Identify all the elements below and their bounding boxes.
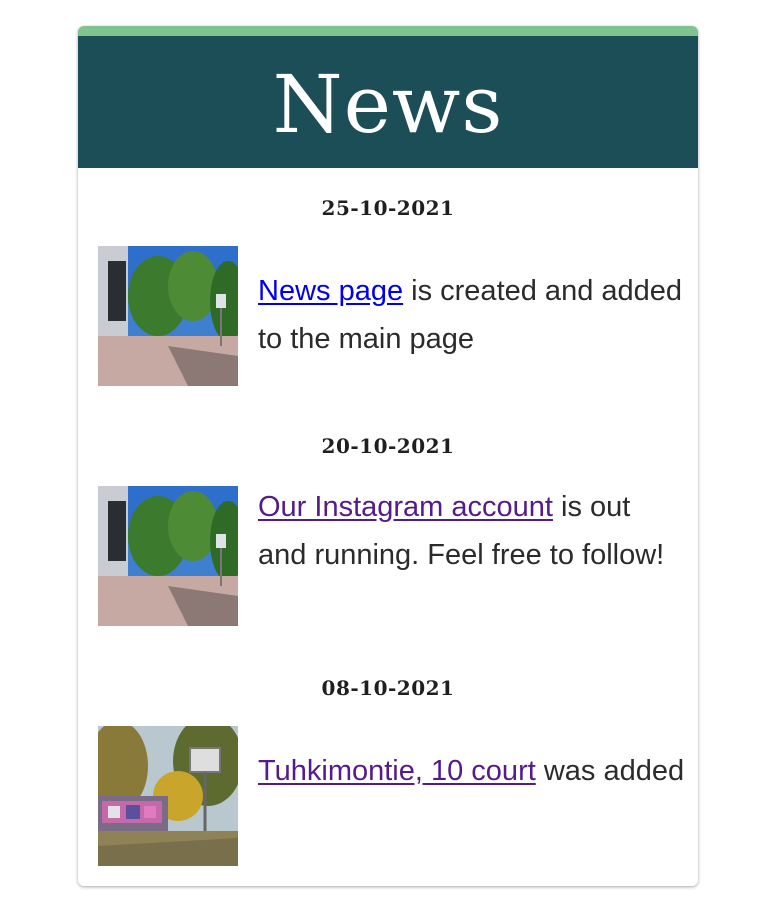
news-thumbnail-graffiti-court-photo[interactable] [98, 726, 238, 866]
card-accent-bar [78, 26, 698, 36]
news-date: 08-10-2021 [321, 676, 455, 700]
page-title: News [272, 58, 504, 151]
news-item-text: Our Instagram account is out and running… [258, 483, 686, 579]
card-header: News [78, 36, 698, 168]
news-item-text: News page is created and added to the ma… [258, 267, 686, 363]
park-photo-icon [98, 486, 238, 626]
graffiti-court-photo-icon [98, 726, 238, 866]
news-date: 20-10-2021 [321, 434, 455, 458]
news-item-body: was added [535, 755, 685, 787]
instagram-account-link[interactable]: Our Instagram account [258, 491, 553, 523]
tuhkimontie-court-link[interactable]: Tuhkimontie, 10 court [258, 755, 536, 787]
news-thumbnail-park-photo[interactable] [98, 486, 238, 626]
news-card: News 25-10-2021 News page is created and… [78, 26, 698, 886]
news-page-link[interactable]: News page [258, 275, 403, 307]
park-photo-icon [98, 246, 238, 386]
news-date: 25-10-2021 [321, 196, 455, 220]
news-item-text: Tuhkimontie, 10 court was added [258, 747, 686, 795]
news-thumbnail-park-photo[interactable] [98, 246, 238, 386]
